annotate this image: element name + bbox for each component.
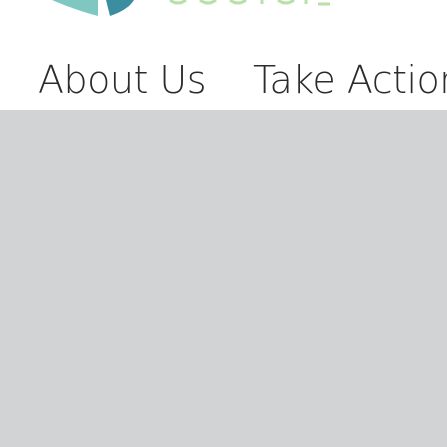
content-placeholder xyxy=(0,110,447,447)
teal-leaf-logo-icon[interactable] xyxy=(0,0,447,20)
site-header: About Us Take Action xyxy=(0,0,447,110)
nav-link-take-action[interactable]: Take Action xyxy=(253,58,447,102)
page: About Us Take Action xyxy=(0,0,447,447)
nav-link-about-us[interactable]: About Us xyxy=(38,58,207,102)
main-nav: About Us Take Action xyxy=(38,52,447,108)
